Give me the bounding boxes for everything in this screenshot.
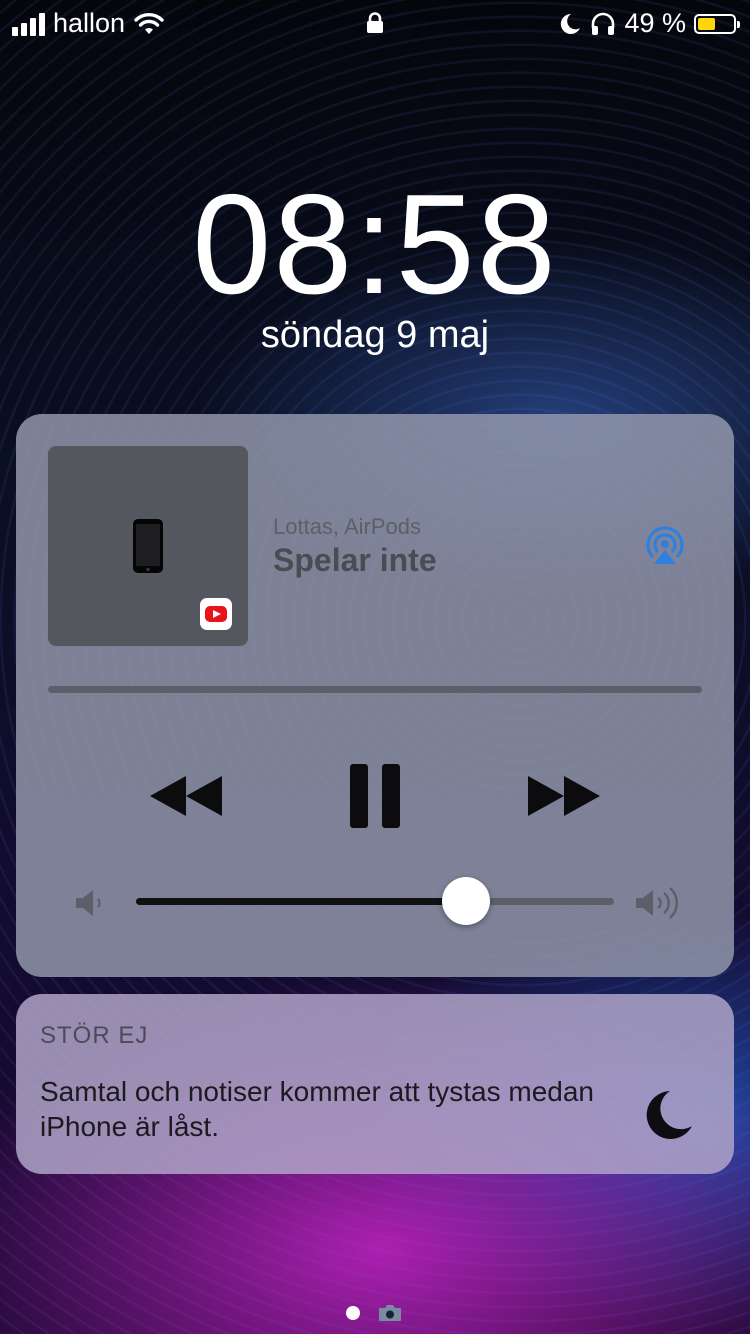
fast-forward-icon[interactable] bbox=[528, 776, 600, 816]
wifi-icon bbox=[134, 12, 164, 34]
playback-status: Spelar inte bbox=[273, 542, 437, 578]
page-indicator bbox=[346, 1304, 402, 1322]
moon-icon bbox=[646, 1091, 692, 1139]
playback-scrubber[interactable] bbox=[48, 686, 702, 693]
artwork[interactable] bbox=[48, 446, 248, 646]
airplay-icon[interactable] bbox=[644, 524, 686, 566]
battery-fill bbox=[698, 17, 715, 30]
battery-percentage: 49 % bbox=[624, 8, 686, 38]
lock-screen-date: söndag 9 maj bbox=[260, 314, 490, 356]
status-right: 49 % bbox=[558, 8, 740, 39]
status-left: hallon bbox=[12, 8, 165, 39]
notification-body: Samtal och notiser kommer att tystas med… bbox=[40, 1076, 594, 1142]
now-playing-widget[interactable]: Lottas, AirPods Spelar inte bbox=[16, 414, 734, 977]
carrier-name: hallon bbox=[53, 8, 126, 38]
volume-fill bbox=[136, 898, 466, 905]
battery-icon bbox=[694, 13, 740, 34]
pause-icon[interactable] bbox=[350, 764, 400, 828]
volume-slider[interactable] bbox=[136, 877, 614, 925]
do-not-disturb-notification[interactable]: STÖR EJ Samtal och notiser kommer att ty… bbox=[16, 994, 734, 1174]
lock-screen-time: 08:58 bbox=[192, 165, 558, 324]
iphone-icon bbox=[133, 519, 163, 573]
notification-title: STÖR EJ bbox=[40, 1022, 149, 1049]
rewind-icon[interactable] bbox=[150, 776, 222, 816]
volume-high-icon bbox=[636, 887, 678, 919]
signal-icon bbox=[12, 12, 45, 36]
audio-route-label: Lottas, AirPods bbox=[273, 514, 421, 539]
page-dot-active bbox=[346, 1306, 360, 1320]
camera-icon bbox=[379, 1305, 401, 1321]
headphones-icon bbox=[592, 12, 615, 35]
moon-icon bbox=[561, 13, 581, 34]
youtube-icon bbox=[200, 598, 232, 630]
volume-low-icon bbox=[76, 890, 101, 916]
status-bar: hallon 49 % bbox=[0, 0, 750, 50]
lock-icon bbox=[367, 12, 383, 33]
volume-knob[interactable] bbox=[441, 877, 490, 925]
